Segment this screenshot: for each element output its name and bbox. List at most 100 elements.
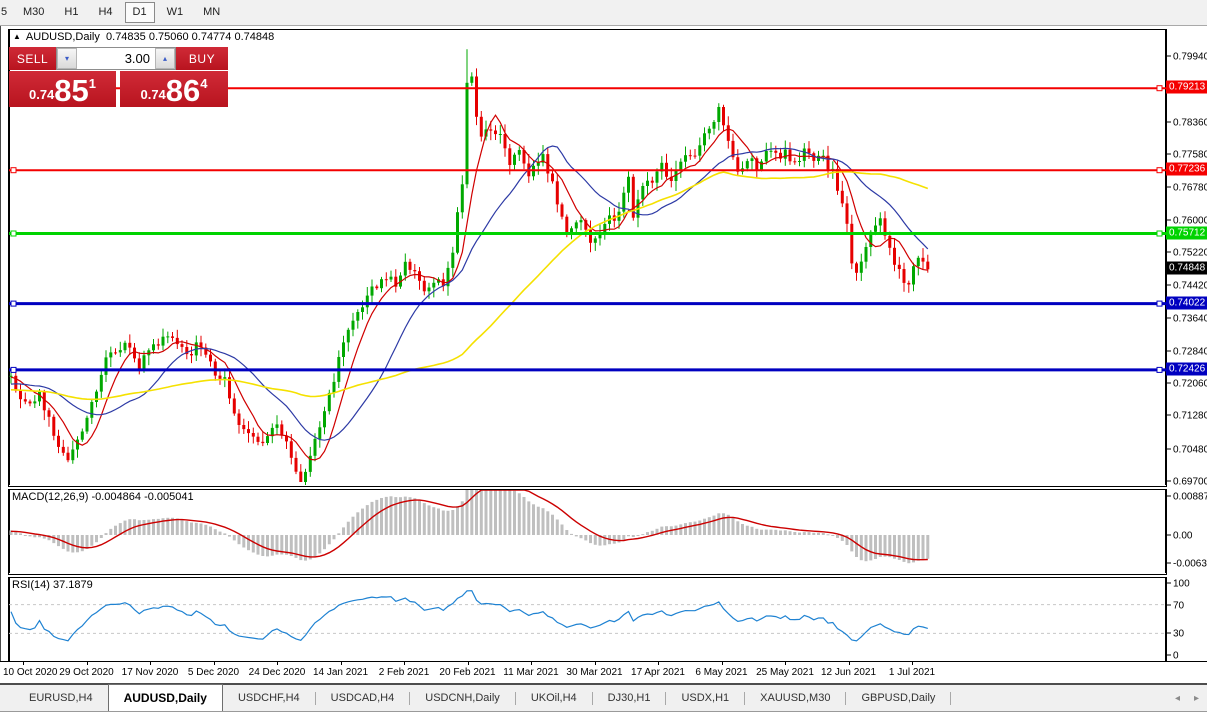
date-tick: [722, 662, 723, 665]
line-handle[interactable]: [11, 301, 16, 306]
date-tick: [214, 662, 215, 665]
chart-area: [8, 29, 1167, 661]
macd-axis-label: -0.00632: [1167, 558, 1207, 569]
volume-input[interactable]: [77, 48, 155, 69]
price-tick: 0.77580: [1167, 149, 1207, 160]
timeframe-toolbar: 5M30H1H4D1W1MN: [0, 0, 1207, 26]
price-axis[interactable]: 0.799400.783600.775800.767800.760000.752…: [1167, 29, 1207, 661]
candles: [10, 49, 930, 485]
date-tick: [468, 662, 469, 665]
rsi-axis-label: 70: [1167, 600, 1184, 611]
line-handle[interactable]: [1157, 301, 1162, 306]
date-label: 17 Nov 2020: [122, 667, 179, 678]
timeframe-button-M30[interactable]: M30: [15, 2, 52, 23]
date-tick: [87, 662, 88, 665]
moving-average-20: [11, 146, 928, 440]
date-label: 2 Feb 2021: [379, 667, 430, 678]
date-tick: [658, 662, 659, 665]
timeframe-button-W1[interactable]: W1: [159, 2, 192, 23]
one-click-trade-panel: SELL ▾ ▴ BUY 0.74851 0.74864: [9, 47, 228, 107]
tab-XAUUSD-M30[interactable]: XAUUSD,M30: [745, 685, 845, 711]
date-label: 10 Oct 2020: [3, 667, 57, 678]
timeframe-button-D1[interactable]: D1: [125, 2, 155, 23]
line-handle[interactable]: [11, 168, 16, 173]
sell-price-quote[interactable]: 0.74851: [9, 71, 116, 107]
tab-scroll-left-icon[interactable]: ◂: [1175, 693, 1180, 704]
date-axis[interactable]: 10 Oct 202029 Oct 2020 17 Nov 2020 5 Dec 2…: [0, 661, 1207, 683]
timeframe-button-H4[interactable]: H4: [90, 2, 120, 23]
line-handle[interactable]: [1157, 86, 1162, 91]
date-label: 24 Dec 2020: [249, 667, 306, 678]
rsi-axis-label: 30: [1167, 629, 1184, 640]
date-label: 29 Oct 2020: [59, 667, 113, 678]
tab-USDCHF-H4[interactable]: USDCHF,H4: [223, 685, 315, 711]
tab-scroll-arrows: ◂▸: [1161, 685, 1207, 711]
date-label: 11 Mar 2021: [503, 667, 558, 678]
volume-increase-button[interactable]: ▴: [155, 48, 175, 69]
tab-USDCAD-H4[interactable]: USDCAD,H4: [316, 685, 410, 711]
price-tick: 0.71280: [1167, 411, 1207, 422]
line-handle[interactable]: [11, 367, 16, 372]
price-tick: 0.76000: [1167, 215, 1207, 226]
date-tick: [912, 662, 913, 665]
timeframe-button-H1[interactable]: H1: [56, 2, 86, 23]
date-label: 6 May 2021: [695, 667, 747, 678]
panel-splitter-macd[interactable]: [8, 486, 1207, 490]
line-handle[interactable]: [1157, 168, 1162, 173]
timeframe-button-MN[interactable]: MN: [195, 2, 228, 23]
tab-separator: [950, 692, 951, 705]
date-tick: [595, 662, 596, 665]
chart-ohlc-values: 0.74835 0.75060 0.74774 0.74848: [106, 31, 274, 43]
sell-price-pip: 1: [89, 76, 96, 91]
date-tick: [277, 662, 278, 665]
chart-tab-bar: EURUSD,H4AUDUSD,DailyUSDCHF,H4USDCAD,H4U…: [0, 683, 1207, 712]
price-tick: 0.70480: [1167, 444, 1207, 455]
date-label: 30 Mar 2021: [566, 667, 622, 678]
date-label: 20 Feb 2021: [439, 667, 495, 678]
price-tick: 0.69700: [1167, 477, 1207, 488]
price-tick: 0.72060: [1167, 379, 1207, 390]
date-label: 14 Jan 2021: [313, 667, 368, 678]
price-tick: 0.74420: [1167, 281, 1207, 292]
line-handle[interactable]: [11, 231, 16, 236]
macd-indicator-label: MACD(12,26,9) -0.004864 -0.005041: [12, 491, 194, 503]
volume-decrease-button[interactable]: ▾: [57, 48, 77, 69]
tab-USDX-H1[interactable]: USDX,H1: [666, 685, 744, 711]
tab-AUDUSD-Daily[interactable]: AUDUSD,Daily: [108, 684, 223, 711]
tab-DJ30-H1[interactable]: DJ30,H1: [593, 685, 666, 711]
macd-axis-label: 0.008871: [1167, 492, 1207, 503]
timeframe-button-5[interactable]: 5: [0, 2, 11, 23]
volume-stepper: ▾ ▴: [56, 47, 176, 70]
chart-title: ▲ AUDUSD,Daily 0.74835 0.75060 0.74774 0.…: [13, 31, 274, 43]
tab-UKOil-H4[interactable]: UKOil,H4: [516, 685, 592, 711]
panel-splitter-rsi[interactable]: [8, 574, 1207, 578]
line-handle[interactable]: [1157, 367, 1162, 372]
date-label: 5 Dec 2020: [188, 667, 239, 678]
chart-window-left-border: [0, 26, 1, 683]
one-click-collapse-icon[interactable]: ▲: [13, 32, 21, 41]
line-handle[interactable]: [1157, 231, 1162, 236]
price-tick: 0.78360: [1167, 117, 1207, 128]
rsi-panel[interactable]: [9, 577, 1166, 661]
rsi-axis-label: 100: [1167, 579, 1190, 590]
chart-symbol-label: AUDUSD,Daily: [26, 31, 100, 43]
date-tick: [849, 662, 850, 665]
tab-GBPUSD-Daily[interactable]: GBPUSD,Daily: [846, 685, 950, 711]
date-tick: [150, 662, 151, 665]
line-price-label: 0.79213: [1166, 81, 1207, 94]
price-tick: 0.73640: [1167, 313, 1207, 324]
date-tick: [341, 662, 342, 665]
tab-scroll-right-icon[interactable]: ▸: [1194, 693, 1199, 704]
line-price-label: 0.77236: [1166, 163, 1207, 176]
date-label: 17 Apr 2021: [631, 667, 685, 678]
buy-button[interactable]: BUY: [176, 47, 228, 70]
tab-USDCNH-Daily[interactable]: USDCNH,Daily: [410, 685, 515, 711]
sell-button[interactable]: SELL: [9, 47, 56, 70]
buy-price-quote[interactable]: 0.74864: [120, 71, 228, 107]
rsi-indicator-label: RSI(14) 37.1879: [12, 579, 93, 591]
chevron-down-icon: ▾: [65, 54, 69, 63]
tab-EURUSD-H4[interactable]: EURUSD,H4: [14, 685, 108, 711]
date-tick: [23, 662, 24, 665]
line-price-label: 0.72426: [1166, 362, 1207, 375]
buy-price-pip: 4: [200, 76, 207, 91]
